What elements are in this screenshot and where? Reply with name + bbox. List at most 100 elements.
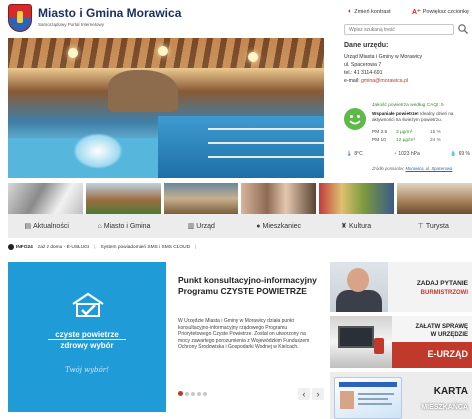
- ticker-item[interactable]: zaż z domu - E-USŁUGI: [38, 245, 89, 250]
- news-body: W Urzędzie Miasta i Gminy w Morawicy dzi…: [178, 318, 310, 351]
- contact-email-link[interactable]: gmina@morawica.pl: [361, 78, 408, 84]
- thumb-news[interactable]: [8, 183, 83, 214]
- pm25-percent: 15 %: [430, 130, 441, 135]
- newspaper-icon: ▤: [24, 223, 32, 230]
- contact-email-label: e-mail:: [344, 78, 360, 84]
- source-prefix: Źródło pomiarów:: [372, 166, 405, 171]
- ceiling-light: [248, 52, 258, 62]
- nav-item-mieszkaniec[interactable]: ● Mieszkaniec: [240, 223, 317, 230]
- carousel-dots: [178, 391, 207, 396]
- pm10-percent: 24 %: [430, 138, 441, 143]
- font-size-icon: A⁺: [412, 9, 421, 16]
- site-header: Miasto i Gmina Morawica Samorządowy Port…: [0, 0, 472, 38]
- nav-label: Kultura: [349, 222, 372, 230]
- humidity-stat: 💧 69 %: [450, 151, 470, 157]
- font-size-label: Powiększ czcionkę: [422, 9, 469, 15]
- tile-resident-card[interactable]: KARTA MIESZKAŃCA: [330, 372, 472, 419]
- main-nav: ▤ Aktualności ⌂ Miasto i Gmina ▥ Urząd ●…: [8, 214, 472, 238]
- coat-of-arms-logo[interactable]: [8, 4, 32, 32]
- carousel-next-button[interactable]: ›: [312, 388, 324, 400]
- contact-office-name: Urząd Miasta i Gminy w Morawicy: [344, 54, 423, 60]
- droplet-icon: 💧: [450, 151, 457, 157]
- home-icon: ⌂: [97, 222, 102, 230]
- nav-item-turysta[interactable]: ⊤ Turysta: [395, 222, 472, 231]
- air-quality-message-bold: Wspaniałe powietrze!: [372, 111, 419, 116]
- nav-label: Mieszkaniec: [262, 222, 302, 230]
- tile-ask-mayor[interactable]: ZADAJ PYTANIE BURMISTRZOWI: [330, 262, 472, 312]
- carousel-dot-active[interactable]: [178, 391, 183, 396]
- tile3-line2: MIESZKAŃCA: [421, 404, 468, 411]
- carousel-prev-button[interactable]: ‹: [298, 388, 310, 400]
- pm10-value: 12 µg/m³: [396, 138, 416, 143]
- contrast-icon: ◐: [348, 8, 353, 15]
- thumb-city[interactable]: [85, 183, 161, 214]
- contact-phone: tel.: 41 3114-691: [344, 70, 383, 76]
- carousel-dot[interactable]: [203, 391, 207, 396]
- search-input[interactable]: [344, 24, 454, 35]
- news-image-tagline: Twój wybór!: [65, 366, 109, 374]
- carousel-dot[interactable]: [197, 391, 201, 396]
- font-size-toggle[interactable]: A⁺ Powiększ czcionkę: [412, 8, 469, 16]
- ticker-separator: |: [94, 244, 96, 250]
- carousel-dot[interactable]: [191, 391, 195, 396]
- source-link[interactable]: Morawica, ul. Spacerowa: [406, 166, 453, 171]
- humidity-value: 69 %: [458, 151, 470, 157]
- fountain-splash: [73, 133, 123, 169]
- nav-item-miasto-i-gmina[interactable]: ⌂ Miasto i Gmina: [85, 223, 162, 230]
- contrast-toggle[interactable]: ◐ Zmień kontrast: [348, 8, 391, 15]
- search-icon[interactable]: [457, 23, 469, 35]
- pressure-value: 1023 hPa: [398, 151, 420, 157]
- thumb-tourist[interactable]: [397, 183, 472, 214]
- pm10-row: PM 10 12 µg/m³ 24 %: [372, 138, 441, 143]
- temperature-stat: 🌡 8°C: [346, 151, 363, 157]
- carousel-dot[interactable]: [185, 391, 189, 396]
- resident-card-photo: [334, 377, 402, 419]
- news-title[interactable]: Punkt konsultacyjno-informacyjny Program…: [178, 275, 318, 297]
- thumb-resident[interactable]: [241, 183, 317, 214]
- tile2-line1: ZAŁATW SPRAWĘ: [415, 324, 468, 330]
- contrast-label: Zmień kontrast: [354, 8, 391, 15]
- site-title[interactable]: Miasto i Gmina Morawica: [38, 6, 181, 20]
- news-image-rule: [48, 339, 126, 340]
- thumb-culture[interactable]: [319, 183, 395, 214]
- user-icon: ●: [256, 222, 261, 230]
- tile2-line2: W URZĘDZIE: [430, 332, 468, 338]
- thumb-office[interactable]: [163, 183, 239, 214]
- nav-item-aktualnosci[interactable]: ▤ Aktualności: [8, 222, 85, 231]
- smiley-face-icon: [344, 108, 366, 130]
- info-dot-icon: [8, 244, 14, 250]
- news-image-clean-air[interactable]: czyste powietrze zdrowy wybór Twój wybór…: [8, 262, 166, 412]
- pm25-value: 3 µg/m³: [396, 130, 413, 135]
- ceiling-light: [158, 46, 168, 56]
- ceiling-light: [68, 48, 78, 58]
- air-quality-source: Źródło pomiarów: Morawica, ul. Spacerowa: [372, 166, 452, 171]
- temperature-value: 8°C: [354, 151, 363, 157]
- thermometer-icon: 🌡: [346, 151, 353, 157]
- news-image-line2: zdrowy wybór: [60, 341, 114, 350]
- lane-rope: [208, 142, 324, 144]
- tile2-line3: E-URZĄD: [427, 349, 469, 359]
- gauge-icon: ◔: [393, 151, 397, 157]
- nav-item-urzad[interactable]: ▥ Urząd: [163, 222, 240, 231]
- nav-label: Turysta: [425, 222, 449, 230]
- pm25-row: PM 2.5 3 µg/m³ 15 %: [372, 130, 441, 135]
- air-quality-message: Wspaniałe powietrze! Idealny dzień na ak…: [372, 111, 470, 122]
- mayor-photo: [330, 262, 388, 312]
- house-checkmark-icon: [72, 292, 104, 317]
- lane-rope: [208, 128, 324, 130]
- weather-stats: 🌡 8°C ◔ 1023 hPa 💧 69 %: [346, 151, 470, 157]
- air-quality-heading: Jakość powietrza według CAQI: 5: [372, 103, 444, 108]
- ticker-item[interactable]: System powiadomień SMS i SMS CLOUD: [101, 245, 191, 250]
- tile-e-office[interactable]: ZAŁATW SPRAWĘ W URZĘDZIE E-URZĄD: [330, 316, 472, 368]
- contact-email-row: e-mail: gmina@morawica.pl: [344, 78, 408, 84]
- news-image-line1: czyste powietrze: [55, 330, 119, 339]
- building-icon: ▥: [187, 223, 195, 230]
- nav-thumbnails: [8, 183, 472, 214]
- nav-label: Miasto i Gmina: [103, 222, 151, 230]
- info24-badge: INFO24: [8, 244, 33, 250]
- desk-laptop-photo: [330, 316, 392, 368]
- pm25-label: PM 2.5: [372, 130, 388, 135]
- nav-item-kultura[interactable]: ♜ Kultura: [317, 222, 394, 231]
- theater-icon: ♜: [340, 223, 348, 230]
- pm10-label: PM 10: [372, 138, 386, 143]
